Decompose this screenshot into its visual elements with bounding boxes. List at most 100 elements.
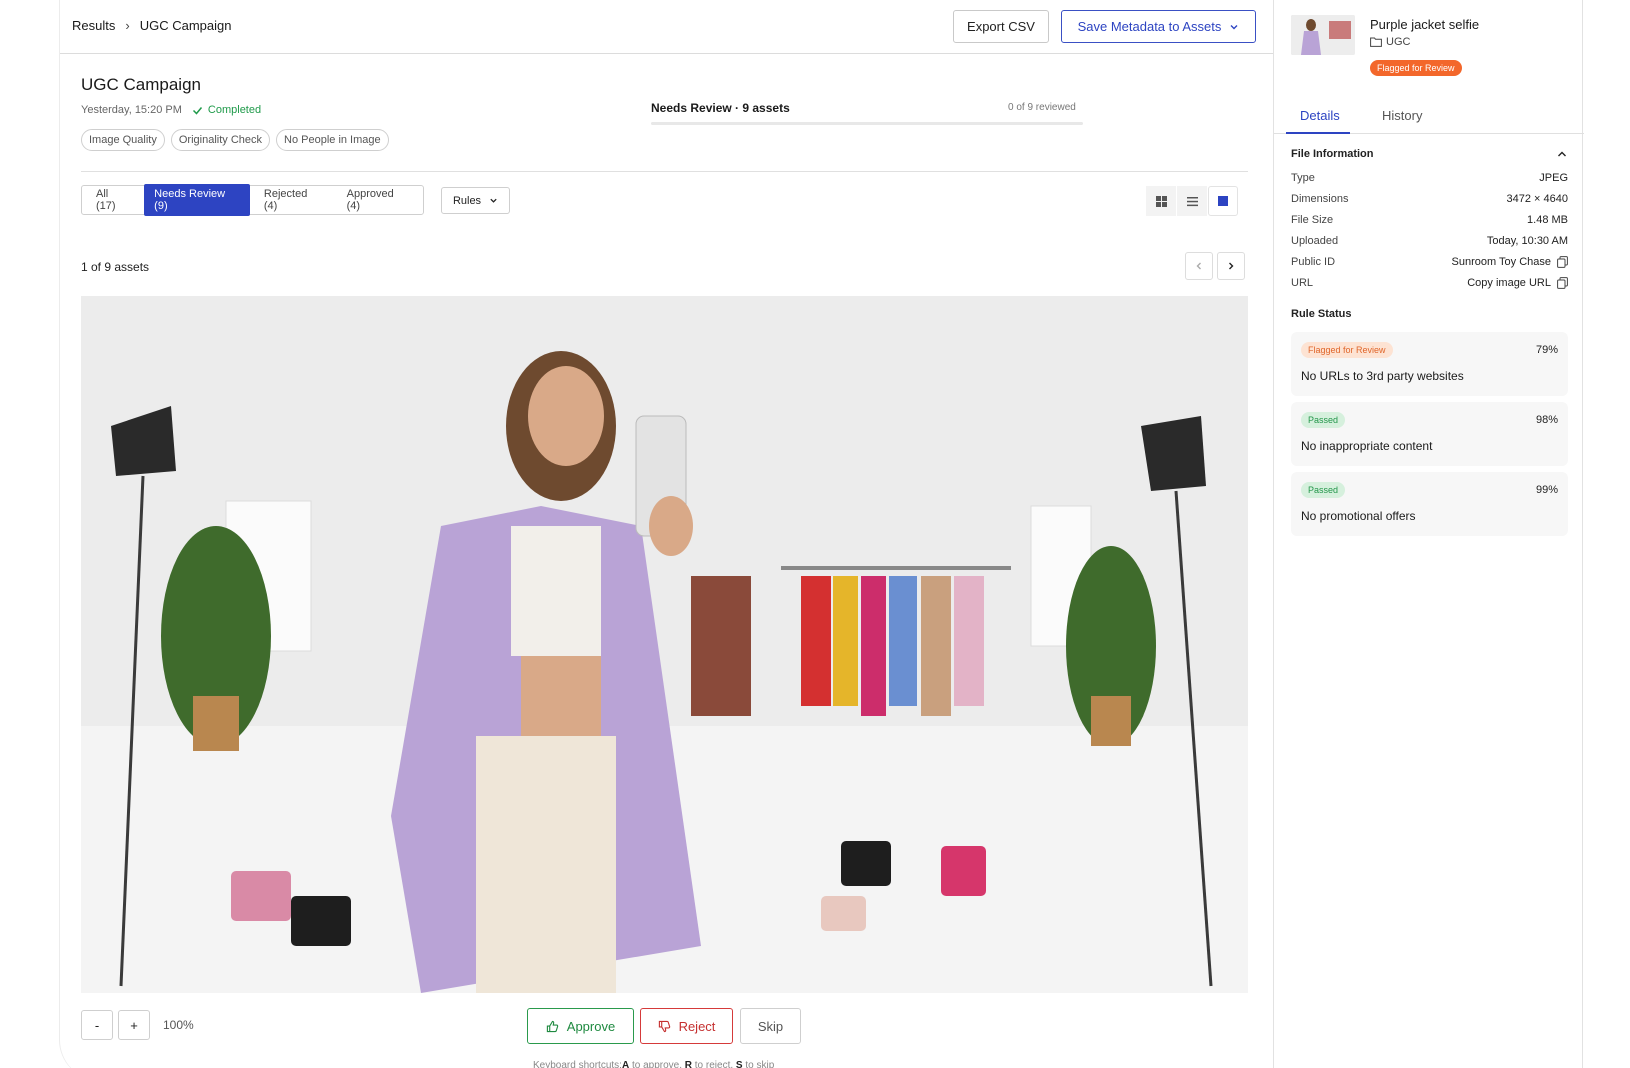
rules-dropdown[interactable]: Rules xyxy=(441,187,510,214)
copy-icon[interactable] xyxy=(1557,256,1568,268)
info-key: Uploaded xyxy=(1291,235,1339,247)
review-count: 0 of 9 reviewed xyxy=(1008,102,1076,113)
top-bar: Results › UGC Campaign Export CSV Save M… xyxy=(60,0,1273,54)
filter-tab-all[interactable]: All (17) xyxy=(86,184,140,216)
file-info-type: Type JPEG xyxy=(1291,172,1568,184)
breadcrumb-results-link[interactable]: Results xyxy=(72,18,115,33)
grid-icon xyxy=(1155,195,1167,207)
filter-tab-needs-review[interactable]: Needs Review (9) xyxy=(144,184,250,216)
skip-button[interactable]: Skip xyxy=(740,1008,801,1044)
details-panel: Purple jacket selfie UGC Flagged for Rev… xyxy=(1273,0,1584,1068)
main-workspace: Results › UGC Campaign Export CSV Save M… xyxy=(59,0,1273,1068)
status-label: Completed xyxy=(207,104,262,116)
thumbnail-image xyxy=(1291,15,1355,55)
chevron-down-icon xyxy=(490,198,497,203)
rule-card-inappropriate-content[interactable]: Passed 98% No inappropriate content xyxy=(1291,402,1568,466)
file-info-uploaded: Uploaded Today, 10:30 AM xyxy=(1291,235,1568,247)
filter-tab-approved[interactable]: Approved (4) xyxy=(337,184,419,216)
info-key: URL xyxy=(1291,277,1314,289)
export-csv-button[interactable]: Export CSV xyxy=(953,10,1049,43)
info-value: Today, 10:30 AM xyxy=(1486,235,1568,247)
skip-label: Skip xyxy=(757,1018,784,1034)
info-key: File Size xyxy=(1291,214,1334,226)
shortcut-text-a: to approve, xyxy=(629,1060,685,1068)
filter-tabs: All (17) Needs Review (9) Rejected (4) A… xyxy=(81,184,424,216)
file-info-file-size: File Size 1.48 MB xyxy=(1291,214,1568,226)
breadcrumb: Results › UGC Campaign xyxy=(72,18,231,33)
rule-card-promotional-offers[interactable]: Passed 99% No promotional offers xyxy=(1291,472,1568,536)
reject-label: Reject xyxy=(678,1018,716,1034)
public-id-value: Sunroom Toy Chase xyxy=(1451,256,1551,268)
info-key: Type xyxy=(1291,172,1315,184)
zoom-in-button[interactable]: + xyxy=(118,1010,150,1040)
zoom-level: 100% xyxy=(163,1018,194,1032)
rule-name: No URLs to 3rd party websites xyxy=(1301,369,1464,383)
file-info-url: URL Copy image URL xyxy=(1291,277,1568,289)
rule-status-title: Rule Status xyxy=(1291,308,1352,320)
zoom-out-button[interactable]: - xyxy=(81,1010,113,1040)
rule-status-badge: Passed xyxy=(1301,412,1346,428)
rule-card-urls[interactable]: Flagged for Review 79% No URLs to 3rd pa… xyxy=(1291,332,1568,396)
status-completed: Completed xyxy=(192,104,261,116)
approve-button[interactable]: Approve xyxy=(527,1008,634,1044)
section-divider xyxy=(81,171,1248,172)
save-metadata-button[interactable]: Save Metadata to Assets xyxy=(1061,10,1256,43)
file-information-title: File Information xyxy=(1291,148,1374,160)
filter-tab-rejected[interactable]: Rejected (4) xyxy=(254,184,333,216)
copy-icon[interactable] xyxy=(1557,277,1568,289)
chevron-right-icon: › xyxy=(125,18,130,33)
copy-url-label[interactable]: Copy image URL xyxy=(1467,277,1551,289)
list-view-button[interactable] xyxy=(1177,186,1207,216)
info-value: 1.48 MB xyxy=(1527,214,1568,226)
flagged-status-badge: Flagged for Review xyxy=(1370,60,1462,76)
rules-label: Rules xyxy=(452,194,482,207)
shortcut-text-r: to reject, xyxy=(692,1060,736,1068)
info-key: Dimensions xyxy=(1291,193,1349,205)
view-toggle xyxy=(1146,186,1238,216)
next-asset-button[interactable] xyxy=(1217,252,1245,280)
approve-label: Approve xyxy=(566,1018,616,1034)
chevron-up-icon[interactable] xyxy=(1556,148,1568,160)
save-metadata-label: Save Metadata to Assets xyxy=(1077,19,1222,34)
asset-folder-name: UGC xyxy=(1386,36,1411,48)
list-icon xyxy=(1186,196,1198,206)
file-info-dimensions: Dimensions 3472 × 4640 xyxy=(1291,193,1568,205)
square-icon xyxy=(1218,196,1228,206)
asset-name: Purple jacket selfie xyxy=(1370,17,1480,32)
page-title: UGC Campaign xyxy=(81,75,201,94)
asset-folder[interactable]: UGC xyxy=(1370,36,1410,48)
review-label: Needs Review · 9 assets xyxy=(651,101,790,115)
file-info-public-id: Public ID Sunroom Toy Chase xyxy=(1291,256,1568,268)
rule-status-badge: Flagged for Review xyxy=(1301,342,1393,358)
export-csv-label: Export CSV xyxy=(967,19,1035,34)
rule-status-badge: Passed xyxy=(1301,482,1346,498)
reject-button[interactable]: Reject xyxy=(640,1008,733,1044)
rule-percent: 79% xyxy=(1535,344,1558,356)
tab-details[interactable]: Details xyxy=(1300,108,1340,123)
assets-counter: 1 of 9 assets xyxy=(81,260,150,274)
review-progress-bar xyxy=(651,122,1083,125)
rule-percent: 99% xyxy=(1535,484,1558,496)
chip-originality-check: Originality Check xyxy=(170,129,271,151)
thumbs-down-icon xyxy=(658,1020,670,1032)
shortcuts-prefix: Keyboard shortcuts: xyxy=(533,1060,622,1068)
check-icon xyxy=(192,106,202,115)
asset-image-preview[interactable] xyxy=(81,296,1248,993)
info-value[interactable]: Copy image URL xyxy=(1467,277,1568,289)
panel-tabs: Details History xyxy=(1274,104,1584,134)
folder-icon xyxy=(1370,37,1382,47)
chip-no-people: No People in Image xyxy=(276,129,389,151)
rule-percent: 98% xyxy=(1535,414,1558,426)
breadcrumb-current: UGC Campaign xyxy=(139,18,232,33)
grid-view-button[interactable] xyxy=(1146,186,1176,216)
info-value: JPEG xyxy=(1539,172,1568,184)
single-view-button[interactable] xyxy=(1208,186,1238,216)
previous-asset-button[interactable] xyxy=(1185,252,1213,280)
info-key: Public ID xyxy=(1291,256,1336,268)
shortcut-key-s: S xyxy=(735,1060,743,1068)
thumbs-up-icon xyxy=(546,1020,559,1032)
rule-name: No inappropriate content xyxy=(1301,439,1433,453)
chip-image-quality: Image Quality xyxy=(81,129,165,151)
chevron-down-icon xyxy=(1230,24,1238,29)
tab-history[interactable]: History xyxy=(1382,108,1422,123)
